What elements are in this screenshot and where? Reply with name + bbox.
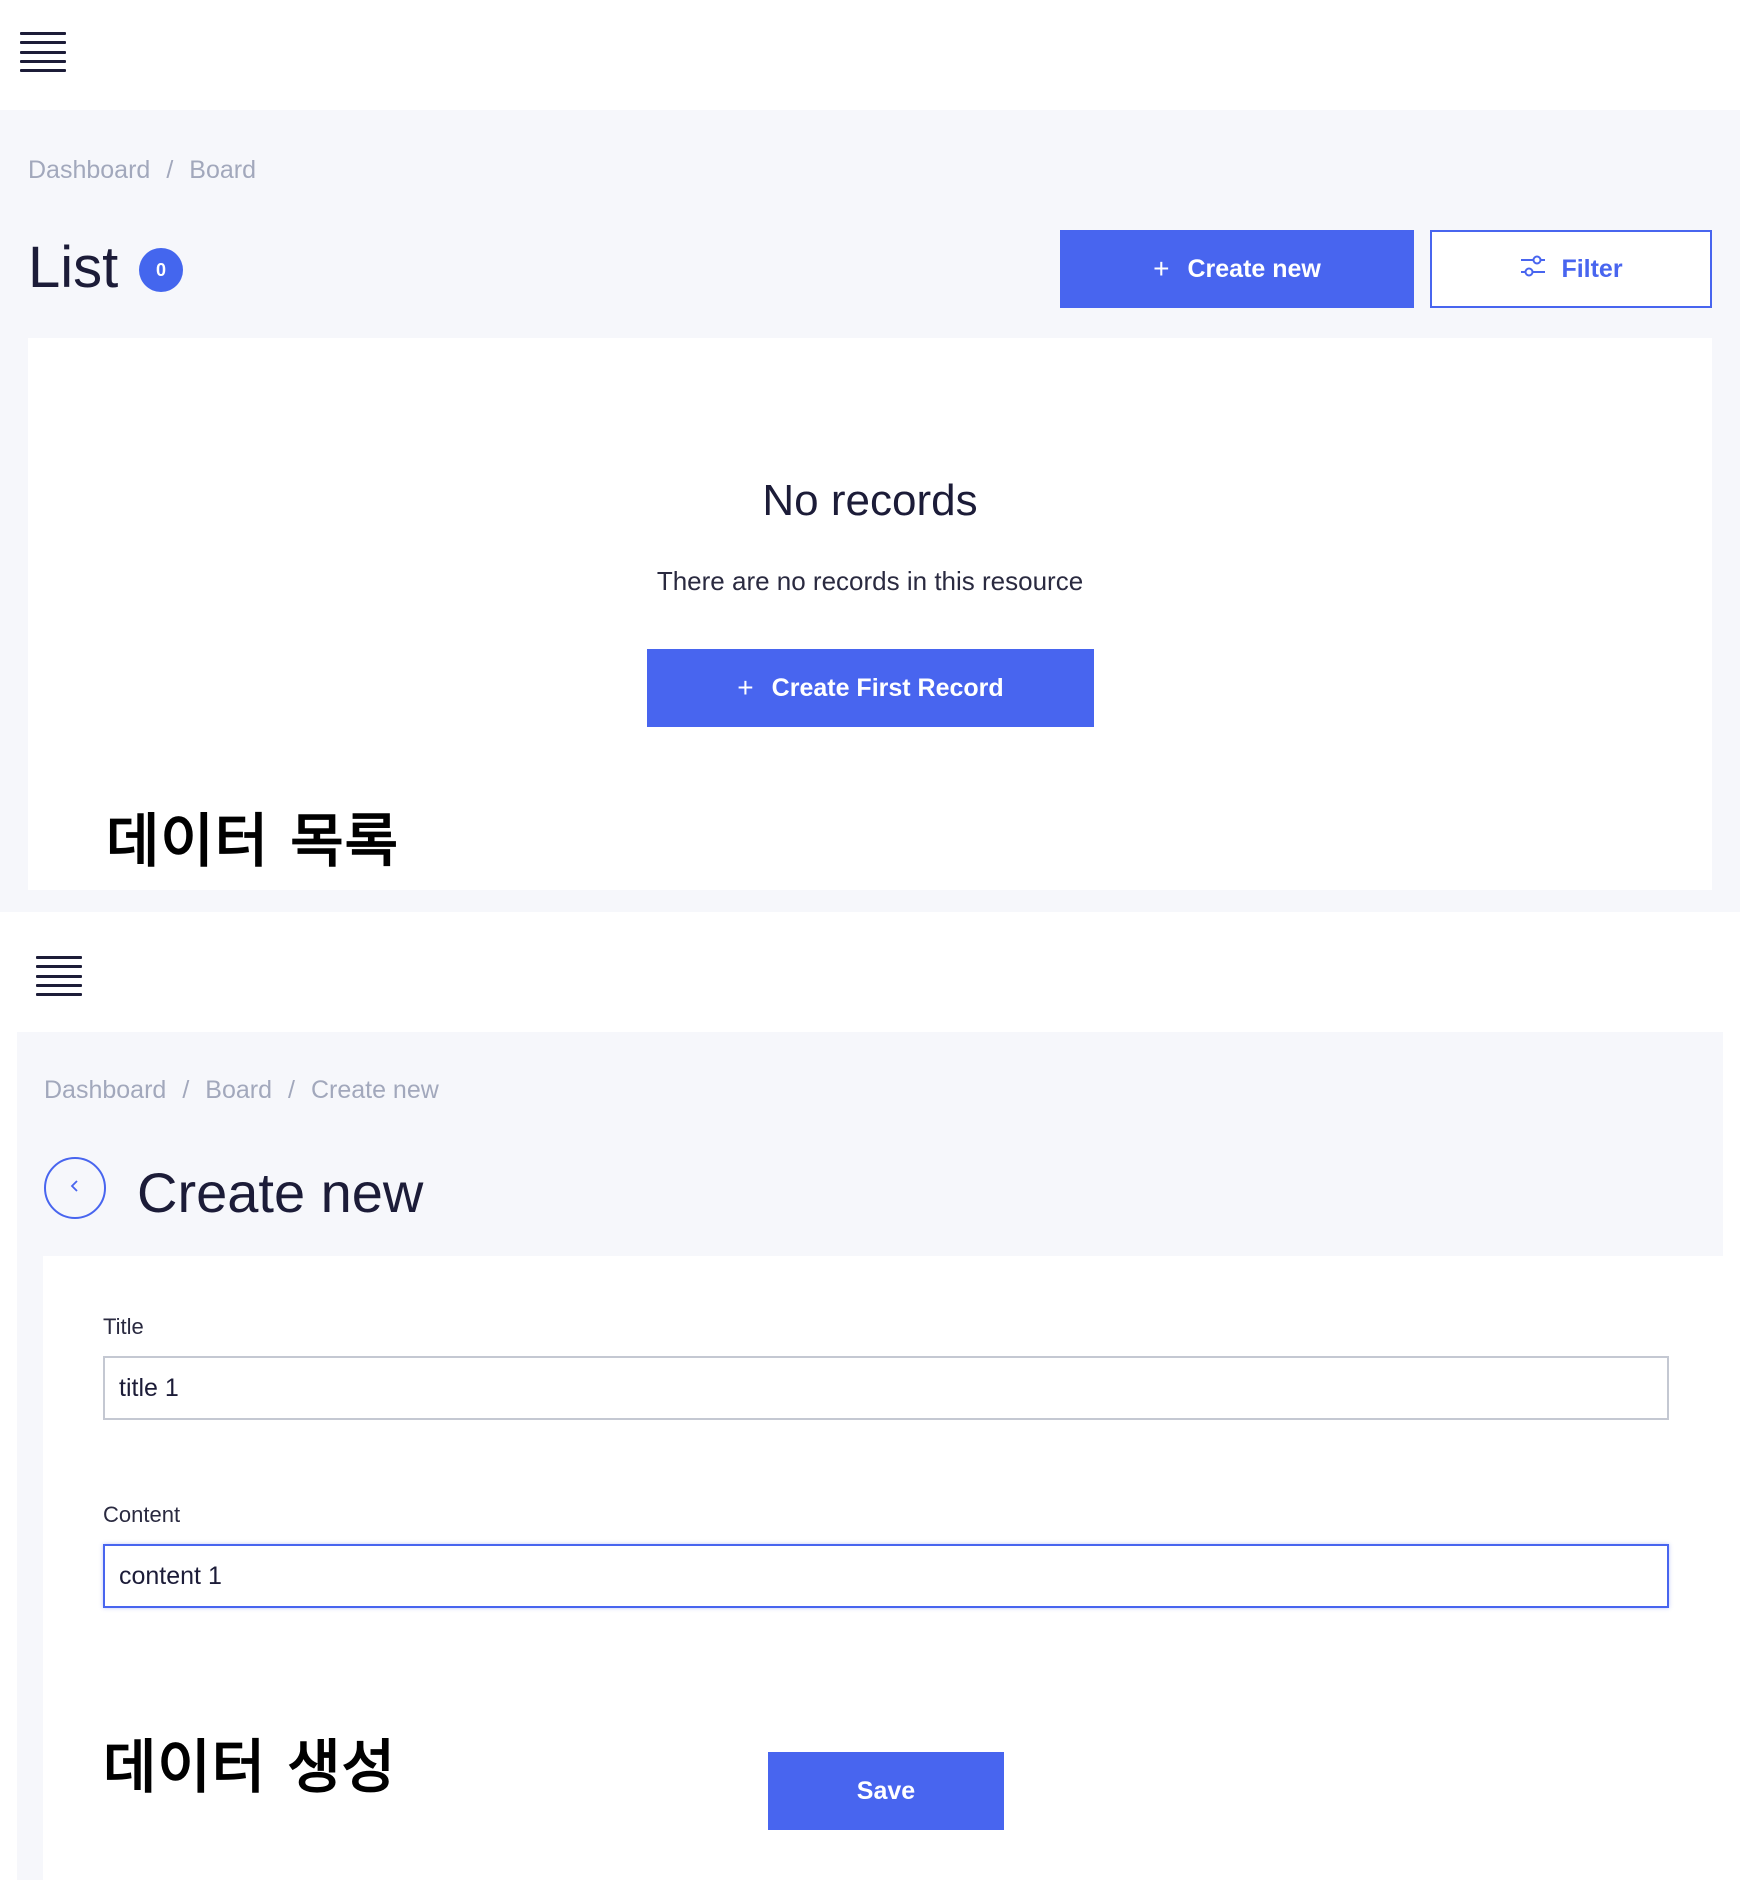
save-button[interactable]: Save <box>768 1752 1004 1830</box>
record-count-badge: 0 <box>139 248 183 292</box>
save-label: Save <box>856 1776 916 1805</box>
create-form-panel: Title Content 데이터 생성 Save <box>43 1256 1723 1880</box>
breadcrumb-board[interactable]: Board <box>189 156 256 185</box>
breadcrumb: Dashboard / Board / Create new <box>44 1076 439 1105</box>
create-content-area: Dashboard / Board / Create new Create ne… <box>17 1032 1723 1880</box>
breadcrumb-separator: / <box>182 1076 190 1104</box>
content-field-label: Content <box>103 1502 181 1527</box>
breadcrumb-dashboard[interactable]: Dashboard <box>44 1076 166 1105</box>
create-new-label: Create new <box>1187 254 1321 283</box>
breadcrumb-board[interactable]: Board <box>205 1076 272 1105</box>
plus-icon: + <box>1153 253 1170 284</box>
chevron-left-icon <box>67 1178 83 1199</box>
content-input[interactable] <box>103 1544 1669 1608</box>
breadcrumb: Dashboard / Board <box>28 156 256 185</box>
back-button[interactable] <box>44 1157 106 1219</box>
filter-label: Filter <box>1561 254 1623 283</box>
create-new-button[interactable]: + Create new <box>1060 230 1414 308</box>
title-field-label: Title <box>103 1314 144 1339</box>
breadcrumb-separator: / <box>166 156 174 184</box>
filter-sliders-icon <box>1519 254 1547 285</box>
create-first-record-label: Create First Record <box>771 673 1004 702</box>
empty-state-title: No records <box>762 476 978 525</box>
title-input[interactable] <box>103 1356 1669 1420</box>
create-screen: Dashboard / Board / Create new Create ne… <box>17 912 1723 1880</box>
hamburger-menu-icon[interactable] <box>36 956 82 996</box>
hamburger-menu-icon[interactable] <box>20 32 66 72</box>
plus-icon: + <box>737 672 754 703</box>
top-bar <box>17 912 1723 1022</box>
page-title: Create new <box>137 1161 424 1224</box>
list-content-area: Dashboard / Board List 0 + Create new Fi… <box>0 110 1740 912</box>
breadcrumb-separator: / <box>287 1076 295 1104</box>
records-panel: No records There are no records in this … <box>28 338 1712 890</box>
create-first-record-button[interactable]: + Create First Record <box>647 649 1094 727</box>
create-caption: 데이터 생성 <box>103 1733 396 1801</box>
filter-button[interactable]: Filter <box>1430 230 1712 308</box>
page-title: List <box>28 235 119 300</box>
empty-state-subtitle: There are no records in this resource <box>656 566 1084 596</box>
list-caption: 데이터 목록 <box>106 807 399 875</box>
breadcrumb-dashboard[interactable]: Dashboard <box>28 156 150 185</box>
list-screen: Dashboard / Board List 0 + Create new Fi… <box>0 0 1740 912</box>
top-bar <box>0 0 1740 110</box>
breadcrumb-create-new[interactable]: Create new <box>311 1076 439 1105</box>
